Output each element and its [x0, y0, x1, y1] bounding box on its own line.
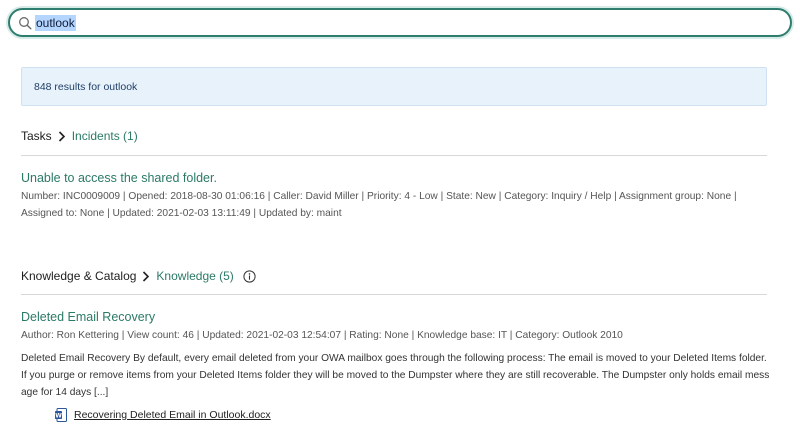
result-meta-incident: Number: INC0009009 | Opened: 2018-08-30 …	[21, 188, 737, 222]
section-category-knowledge: Knowledge & Catalog	[21, 269, 137, 283]
section-link-incidents[interactable]: Incidents (1)	[72, 129, 138, 143]
section-header-tasks: Tasks Incidents (1)	[21, 129, 138, 143]
chevron-right-icon	[143, 270, 150, 282]
search-input[interactable]: outlook	[35, 14, 76, 31]
result-meta-knowledge: Author: Ron Kettering | View count: 46 |…	[21, 330, 623, 341]
svg-text:W: W	[55, 413, 62, 420]
result-title-knowledge[interactable]: Deleted Email Recovery	[21, 310, 155, 324]
result-snippet-knowledge: Deleted Email Recovery By default, every…	[21, 353, 770, 398]
section-divider	[21, 294, 767, 295]
results-count-banner: 848 results for outlook	[21, 67, 767, 106]
attachment-link[interactable]: Recovering Deleted Email in Outlook.docx	[74, 409, 271, 421]
results-count-text: 848 results for outlook	[34, 80, 138, 93]
result-meta-line: Assigned to: None | Updated: 2021-02-03 …	[21, 208, 342, 219]
result-meta-line: Number: INC0009009 | Opened: 2018-08-30 …	[21, 191, 737, 202]
search-icon	[19, 16, 32, 30]
result-title-incident[interactable]: Unable to access the shared folder.	[21, 171, 217, 185]
attachment-item[interactable]: W Recovering Deleted Email in Outlook.do…	[55, 408, 271, 422]
chevron-right-icon	[58, 130, 65, 142]
word-document-icon: W	[55, 408, 67, 422]
section-divider	[21, 155, 767, 156]
section-header-knowledge: Knowledge & Catalog Knowledge (5)	[21, 269, 256, 283]
global-search-bar[interactable]: outlook	[8, 8, 792, 37]
section-category-tasks: Tasks	[21, 129, 52, 143]
info-icon[interactable]	[243, 269, 256, 283]
section-link-knowledge[interactable]: Knowledge (5)	[156, 269, 233, 283]
